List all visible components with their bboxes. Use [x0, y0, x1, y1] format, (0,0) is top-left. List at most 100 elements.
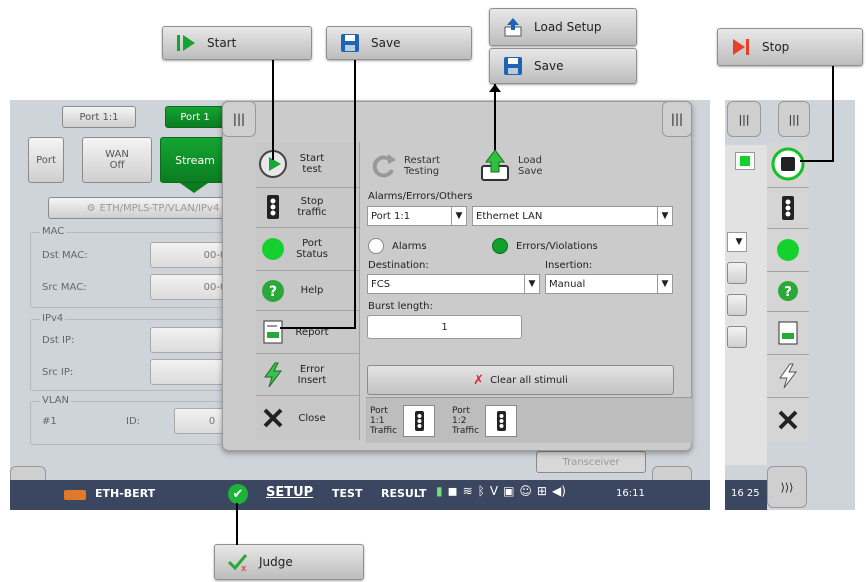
report-icon	[256, 320, 290, 344]
connector-save-h	[280, 327, 356, 329]
right-error-button[interactable]	[767, 355, 809, 399]
dropdown-arrow-icon: ▼	[735, 237, 743, 247]
right-field-stub-2[interactable]	[727, 294, 747, 316]
stream-header-label: ETH/MPLS-TP/VLAN/IPv4	[99, 202, 220, 214]
right-traffic-button[interactable]	[767, 187, 809, 229]
menu-error-insert[interactable]: Error Insert	[256, 353, 359, 397]
right-close-button[interactable]	[767, 398, 809, 442]
lightning-icon	[779, 363, 797, 389]
report-icon	[778, 321, 798, 345]
action-menu: Start test Stop traffic Port Status ? He…	[256, 142, 360, 441]
traffic-port-1-2[interactable]: Port 1:2 Traffic	[452, 401, 528, 441]
radio-alarms[interactable]: Alarms	[368, 238, 427, 254]
restart-testing-button[interactable]: Restart Testing	[370, 146, 470, 186]
destination-select[interactable]: FCS ▼	[367, 274, 540, 294]
connector-stop-h	[800, 160, 834, 162]
dst-mac-label: Dst MAC:	[42, 250, 88, 261]
type-select[interactable]: Ethernet LAN ▼	[472, 206, 673, 226]
close-icon	[778, 410, 798, 430]
status-circle-icon	[777, 238, 799, 261]
traffic-1-l3: Traffic	[370, 426, 398, 436]
overlay-right-handle[interactable]: |||	[662, 101, 692, 137]
tab-wan-label: WAN	[105, 149, 129, 160]
burst-length-input[interactable]: 1	[367, 315, 522, 339]
load-save-icon	[481, 149, 509, 181]
tab-wan[interactable]: WAN Off	[82, 137, 152, 183]
radio-errors[interactable]: Errors/Violations	[492, 238, 598, 254]
right-status-button[interactable]	[767, 228, 809, 272]
radio-alarms-label: Alarms	[392, 240, 427, 252]
right-dropdown-stub[interactable]: ▼	[727, 232, 747, 252]
restart-icon	[372, 154, 396, 178]
tab-stream[interactable]: Stream	[160, 137, 230, 183]
clear-stimuli-icon: ✗	[473, 372, 485, 388]
chevron-right-icon: ⟩⟩⟩	[780, 480, 794, 494]
help-icon: ?	[778, 281, 798, 302]
dropdown-arrow-icon: ▼	[657, 207, 672, 225]
load-setup-icon	[502, 16, 524, 38]
burst-length-label: Burst length:	[368, 301, 433, 312]
right-help-button[interactable]: ?	[767, 271, 809, 313]
setup-tab[interactable]: SETUP	[266, 485, 313, 500]
port-select[interactable]: Port 1:1 ▼	[367, 206, 467, 226]
judge-check-icon[interactable]: ✔	[228, 484, 248, 504]
save-callout-second: Save	[489, 48, 637, 84]
tab-port[interactable]: Port	[28, 137, 64, 183]
load-setup-callout: Load Setup	[489, 8, 637, 46]
radio-alarms-circle	[368, 238, 384, 254]
vlan-legend: VLAN	[40, 395, 71, 406]
traffic-light-icon	[782, 195, 794, 220]
right-scroll-tab[interactable]: ⟩⟩⟩	[767, 466, 807, 508]
v-icon: V	[489, 484, 499, 498]
traffic-port-1-1[interactable]: Port 1:1 Traffic	[370, 401, 446, 441]
port-button-1-1[interactable]: Port 1:1	[62, 106, 136, 128]
app-name: ETH-BERT	[95, 487, 156, 500]
test-tab[interactable]: TEST	[332, 487, 362, 500]
restart-label: Restart Testing	[404, 155, 440, 177]
floppy-icon	[339, 32, 361, 54]
lightning-icon	[256, 362, 290, 388]
save-callout-top-label: Save	[371, 36, 401, 50]
traffic-light-icon	[256, 194, 290, 220]
stop-callout: Stop	[717, 28, 863, 66]
speaker-icon: ◀)	[551, 484, 566, 498]
mac-legend: MAC	[40, 226, 67, 237]
right-report-button[interactable]	[767, 312, 809, 356]
app-logo-icon	[64, 490, 86, 500]
help-icon: ?	[256, 278, 290, 304]
stop-test-button[interactable]	[767, 142, 809, 188]
right-field-stub-3[interactable]	[727, 326, 747, 348]
clear-all-stimuli-label: Clear all stimuli	[490, 374, 568, 386]
right-field-stub-1[interactable]	[727, 262, 747, 284]
save-label: Save	[518, 166, 543, 177]
ipv4-legend: IPv4	[40, 313, 66, 324]
load-save-button[interactable]: Load Save	[478, 144, 568, 188]
clock: 16:11	[616, 488, 645, 499]
traffic-1-l2: 1:1	[370, 416, 385, 426]
status-circle-icon	[256, 236, 290, 262]
clear-all-stimuli-button[interactable]: ✗ Clear all stimuli	[367, 365, 674, 395]
start-callout-label: Start	[207, 36, 237, 50]
right-left-handle[interactable]: |||	[727, 101, 761, 137]
right-green-indicator	[735, 152, 755, 170]
destination-value: FCS	[371, 278, 391, 290]
transceiver-button[interactable]: Transceiver	[536, 451, 646, 473]
menu-stop-traffic[interactable]: Stop traffic	[256, 187, 359, 229]
right-right-handle[interactable]: |||	[778, 101, 810, 137]
overlay-left-handle[interactable]: |||	[222, 101, 256, 137]
menu-report[interactable]: Report	[256, 311, 359, 354]
port-button-1[interactable]: Port 1	[165, 106, 225, 128]
menu-port-status[interactable]: Port Status	[256, 228, 359, 271]
dropdown-arrow-icon: ▼	[657, 275, 672, 293]
result-tab[interactable]: RESULT	[381, 487, 427, 500]
floppy-icon	[502, 55, 524, 77]
save-callout-top: Save	[326, 26, 472, 60]
status-icons: ▮ ◼ ≋ ᛒ V ▣ ☺ ⊞ ◀)	[436, 484, 566, 498]
camera-icon: ◼	[447, 484, 458, 498]
menu-help[interactable]: ? Help	[256, 270, 359, 312]
tab-wan-state: Off	[109, 160, 125, 171]
insertion-select[interactable]: Manual ▼	[545, 274, 673, 294]
vlan-id-label: ID:	[126, 416, 141, 427]
menu-close[interactable]: Close	[256, 396, 359, 441]
power-icon: ▮	[436, 484, 443, 498]
